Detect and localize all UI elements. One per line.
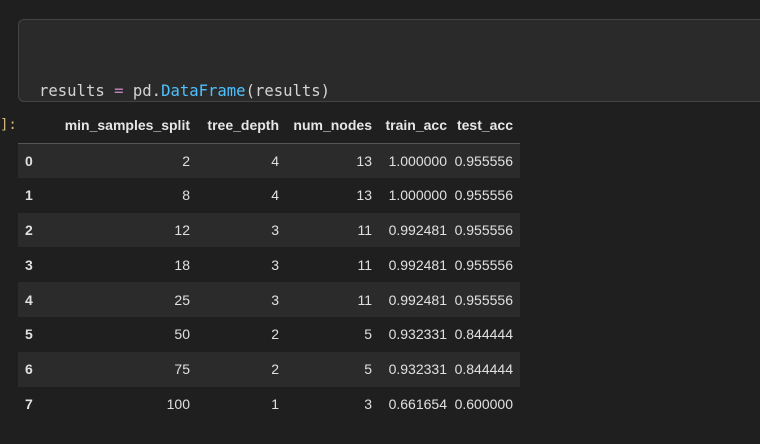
cell-num-nodes: 11 [357,291,372,308]
cell-test-acc: 0.955556 [454,221,513,238]
cell-num-nodes: 13 [356,187,372,204]
cell-num-nodes: 13 [356,152,372,169]
dataframe-table: min_samples_split tree_depth num_nodes t… [18,108,520,422]
column-header: min_samples_split [49,108,190,144]
cell-test-acc: 0.844444 [454,361,513,378]
cell-num-nodes: 11 [357,256,372,273]
cell-min-samples-split: 12 [174,221,190,238]
code-token-module: pd [132,82,152,100]
code-token-dot: . [151,82,162,100]
cell-min-samples-split: 2 [182,152,190,169]
row-index: 1 [25,187,33,204]
table-row: 1 8 4 13 1.000000 0.955556 [18,177,520,213]
column-header: num_nodes [279,108,372,144]
cell-num-nodes: 5 [364,326,372,343]
cell-test-acc: 0.955556 [454,256,513,273]
cell-tree-depth: 3 [271,291,279,308]
table-row: 7 100 1 3 0.661654 0.600000 [18,386,520,422]
cell-min-samples-split: 25 [174,291,190,308]
cell-min-samples-split: 100 [166,395,190,412]
column-header: tree_depth [190,108,279,144]
cell-train-acc: 0.932331 [388,361,447,378]
cell-train-acc: 0.932331 [388,326,447,343]
column-header: train_acc [372,108,447,144]
cell-train-acc: 0.992481 [388,291,447,308]
cell-tree-depth: 2 [271,361,279,378]
cell-tree-depth: 2 [271,326,279,343]
table-row: 6 75 2 5 0.932331 0.844444 [18,351,520,387]
table-row: 5 50 2 5 0.932331 0.844444 [18,316,520,352]
code-cell[interactable]: results = pd.DataFrame(results) results [18,19,760,166]
row-index: 2 [25,221,33,238]
table-header-row: min_samples_split tree_depth num_nodes t… [18,108,520,144]
cell-min-samples-split: 75 [174,361,190,378]
cell-min-samples-split: 18 [174,256,190,273]
code-line-1: results = pd.DataFrame(results) [39,80,330,102]
cell-num-nodes: 11 [357,221,372,238]
output-prompt: ]: [0,117,17,133]
table-row: 3 18 3 11 0.992481 0.955556 [18,247,520,283]
row-index: 0 [25,152,33,169]
cell-train-acc: 1.000000 [388,187,447,204]
cell-tree-depth: 3 [271,256,279,273]
row-index: 4 [25,291,33,308]
cell-num-nodes: 5 [364,361,372,378]
table-row: 4 25 3 11 0.992481 0.955556 [18,282,520,317]
cell-num-nodes: 3 [364,395,372,412]
cell-train-acc: 0.992481 [388,221,447,238]
cell-test-acc: 0.955556 [454,187,513,204]
notebook-page: results = pd.DataFrame(results) results … [0,0,760,444]
row-index: 7 [25,395,33,412]
code-token-args: (results) [245,82,331,100]
code-token-var: results [39,82,105,100]
row-index: 5 [25,326,33,343]
cell-tree-depth: 1 [271,395,279,412]
code-token-class: DataFrame [161,82,246,100]
cell-min-samples-split: 8 [182,187,190,204]
code-token-assign: = [114,82,124,100]
row-index: 6 [25,361,33,378]
column-header: test_acc [447,108,520,144]
cell-train-acc: 0.661654 [388,395,447,412]
cell-min-samples-split: 50 [174,326,190,343]
cell-test-acc: 0.955556 [454,291,513,308]
cell-tree-depth: 4 [271,152,279,169]
table-row: 2 12 3 11 0.992481 0.955556 [18,212,520,248]
index-header [18,108,49,144]
cell-train-acc: 0.992481 [388,256,447,273]
cell-test-acc: 0.600000 [454,395,513,412]
cell-tree-depth: 4 [271,187,279,204]
table-row: 0 2 4 13 1.000000 0.955556 [18,143,520,178]
cell-test-acc: 0.955556 [454,152,513,169]
cell-train-acc: 1.000000 [388,152,447,169]
row-index: 3 [25,256,33,273]
cell-test-acc: 0.844444 [454,326,513,343]
cell-tree-depth: 3 [271,221,279,238]
